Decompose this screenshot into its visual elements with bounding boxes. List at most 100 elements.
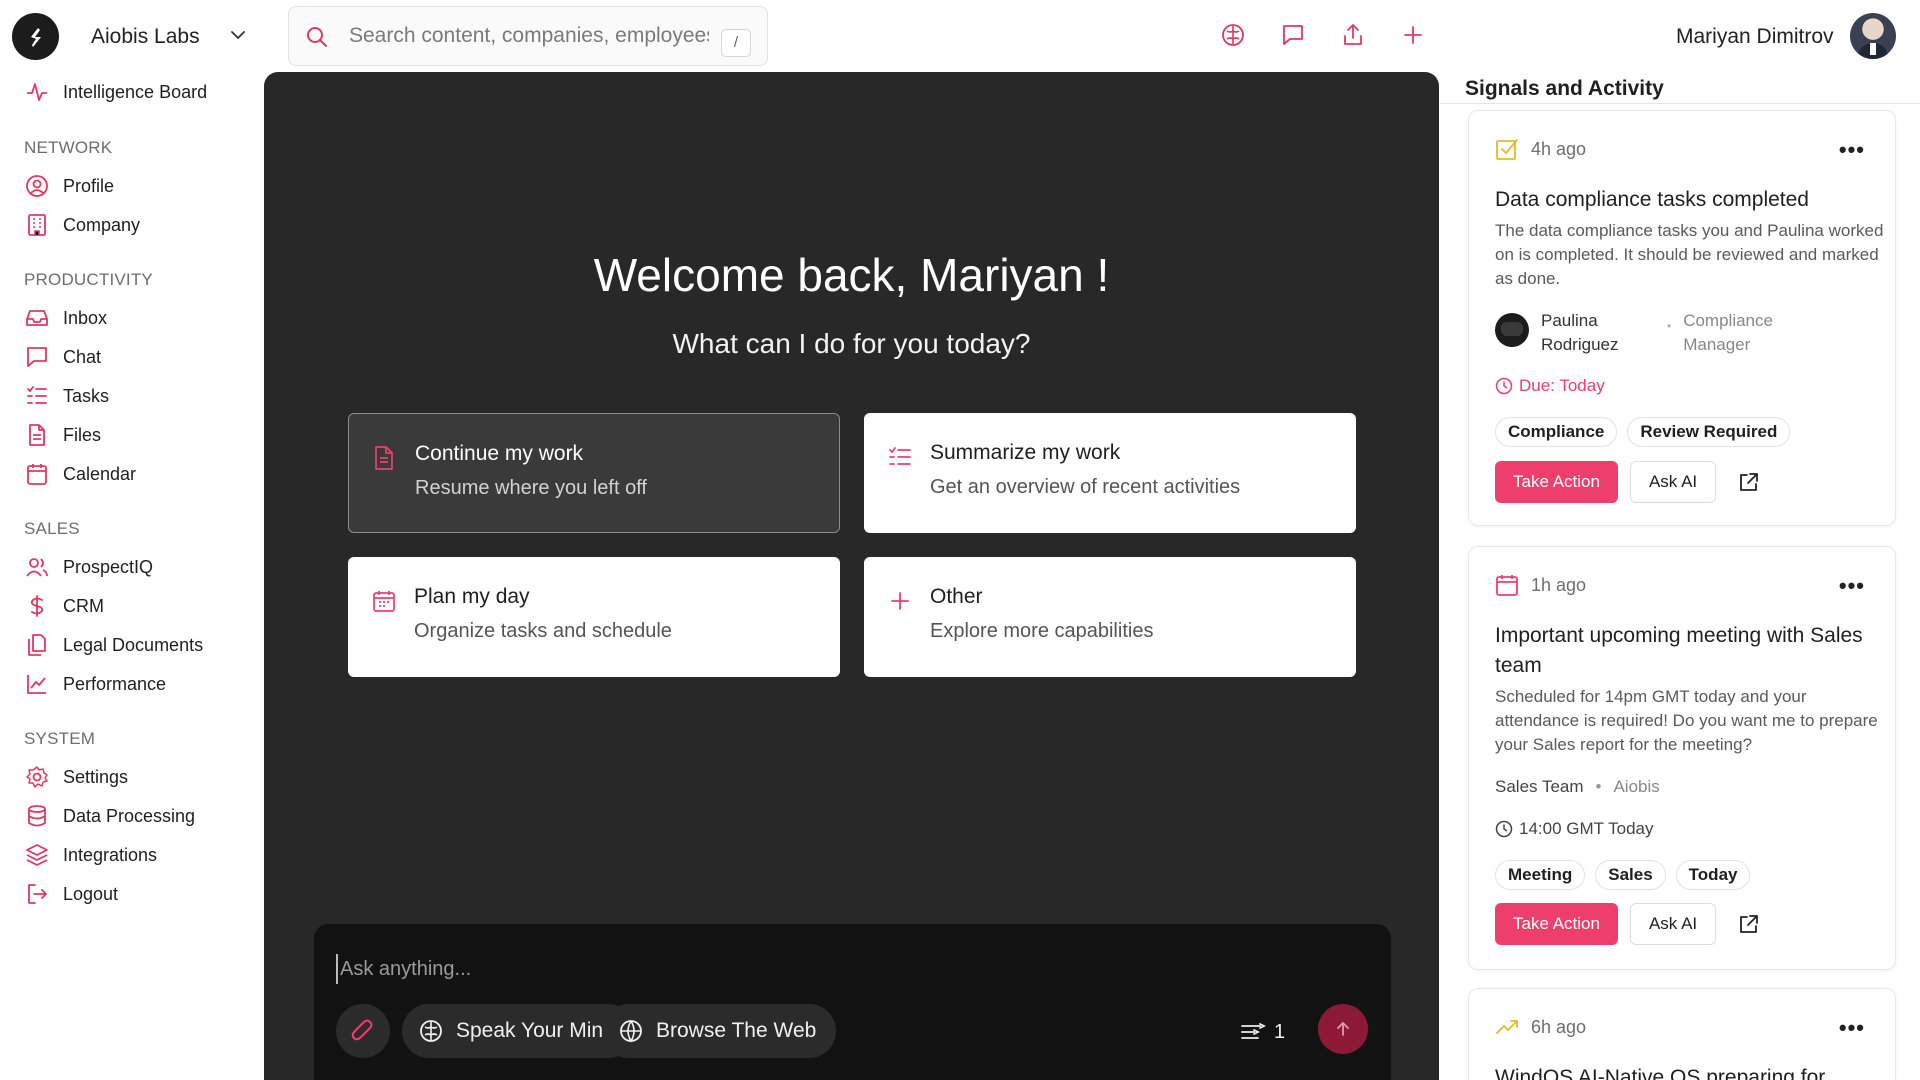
top-bar: Aiobis Labs / Mariyan Dimitrov [0,0,1920,72]
sidebar-item-chat[interactable]: Chat [24,341,101,373]
sidebar-item-crm[interactable]: CRM [24,590,104,622]
share-upload-icon[interactable] [1338,20,1368,50]
app-logo[interactable] [12,13,59,60]
tag[interactable]: Compliance [1495,417,1618,447]
checkbox-task-icon [1496,139,1518,160]
signal-card: 4h ago ••• Data compliance tasks complet… [1468,110,1896,526]
speak-your-mind-button[interactable]: Speak Your Mind [402,1004,635,1058]
tag[interactable]: Meeting [1495,860,1586,890]
user-avatar[interactable] [1850,13,1896,59]
sidebar-item-intelligence-board[interactable]: Intelligence Board [24,76,207,108]
sidebar-item-company[interactable]: Company [24,209,140,241]
sidebar-item-settings[interactable]: Settings [24,761,128,793]
take-action-button[interactable]: Take Action [1495,461,1618,503]
plus-icon[interactable] [1398,20,1428,50]
task-list-icon [24,383,50,409]
user-name[interactable]: Mariyan Dimitrov [1676,25,1834,49]
user-circle-icon [24,173,50,199]
card-title: Other [930,585,983,608]
signal-card: 6h ago ••• WindOS AI-Native OS preparing… [1468,988,1896,1080]
more-options-icon[interactable]: ••• [1839,1015,1865,1041]
signal-title: Important upcoming meeting with Sales te… [1495,624,1863,677]
external-link-icon[interactable] [1728,461,1770,503]
more-options-icon[interactable]: ••• [1839,573,1865,599]
signal-time: 6h ago [1531,1016,1587,1037]
chat-input[interactable] [336,954,1136,984]
attach-button[interactable] [336,1004,390,1058]
inbox-icon [24,305,50,331]
person-role: Compliance Manager [1683,311,1773,354]
tag[interactable]: Review Required [1627,417,1791,447]
card-title: Continue my work [415,442,584,465]
sidebar-item-tasks[interactable]: Tasks [24,380,109,412]
sidebar-item-prospectiq[interactable]: ProspectIQ [24,551,153,583]
send-button[interactable] [1318,1004,1368,1054]
sidebar-item-logout[interactable]: Logout [24,878,118,910]
sidebar-item-label: Integrations [63,844,158,865]
org-name: Aiobis Labs [91,25,200,48]
welcome-heading: Welcome back, Mariyan ! [593,249,1110,301]
sidebar-item-files[interactable]: Files [24,419,101,451]
sidebar-item-label: Inbox [63,307,108,328]
card-subtitle: Resume where you left off [415,477,647,499]
activity-pulse-icon [24,79,50,105]
brain-icon[interactable] [1218,20,1248,50]
task-list-icon [888,445,912,469]
signal-card-header: 4h ago [1495,137,1586,161]
separator-dot: • [1595,777,1602,796]
tag[interactable]: Sales [1595,860,1666,890]
avatar-collar [1870,43,1876,55]
file-icon [24,422,50,448]
org-switcher-chevron-icon[interactable] [229,26,247,44]
tag[interactable]: Today [1675,860,1751,890]
card-other[interactable]: Other Explore more capabilities [864,557,1356,677]
card-summarize-my-work[interactable]: Summarize my work Get an overview of rec… [864,413,1356,533]
meta-org: Aiobis [1613,777,1660,796]
sidebar-item-data-processing[interactable]: Data Processing [24,800,195,832]
sidebar-item-label: Tasks [63,385,110,406]
card-plan-my-day[interactable]: Plan my day Organize tasks and schedule [348,557,840,677]
database-icon [24,803,50,829]
sidebar-item-inbox[interactable]: Inbox [24,302,107,334]
welcome-subtitle: What can I do for you today? [672,328,1031,359]
sidebar-item-label: Data Processing [63,805,196,826]
sidebar-item-integrations[interactable]: Integrations [24,839,157,871]
signal-tags: Meeting Sales Today [1495,860,1751,890]
person-avatar-shape [1501,322,1523,336]
ask-ai-button[interactable]: Ask AI [1629,461,1717,503]
signal-tags: Compliance Review Required [1495,417,1791,447]
due-label: Due: Today [1519,376,1605,395]
search-input[interactable] [349,21,709,51]
brain-icon [420,1020,442,1042]
search-shortcut-key: / [721,29,751,57]
external-link-icon[interactable] [1728,903,1770,945]
meta-team: Sales Team [1495,777,1584,796]
sidebar: Intelligence Board NETWORK Profile Compa… [0,72,264,1080]
calendar-icon [372,589,396,613]
take-action-button[interactable]: Take Action [1495,903,1618,945]
trending-up-icon [1496,1020,1518,1034]
sidebar-item-performance[interactable]: Performance [24,668,166,700]
sidebar-item-legal-documents[interactable]: Legal Documents [24,629,203,661]
speak-your-mind-label: Speak Your Mind [456,1019,615,1042]
browse-the-web-button[interactable]: Browse The Web [602,1004,837,1058]
card-subtitle: Get an overview of recent activities [930,476,1241,498]
signal-meta: Sales Team • Aiobis [1495,777,1660,797]
more-options-icon[interactable]: ••• [1839,137,1865,163]
gear-icon [24,764,50,790]
sidebar-item-label: ProspectIQ [63,556,154,577]
layers-icon [24,842,50,868]
model-selector[interactable]: 1 [1240,1020,1285,1044]
signal-due: Due: Today [1495,376,1605,396]
chat-bubble-icon[interactable] [1278,20,1308,50]
card-continue-my-work[interactable]: Continue my work Resume where you left o… [348,413,840,533]
section-title-network: NETWORK [24,138,113,157]
signal-person[interactable]: Paulina Rodriguez • Compliance Manager [1495,309,1793,357]
sidebar-item-profile[interactable]: Profile [24,170,114,202]
ask-ai-button[interactable]: Ask AI [1629,903,1717,945]
section-title-productivity: PRODUCTIVITY [24,270,153,289]
signal-actions: Take Action Ask AI [1495,461,1770,503]
sidebar-item-calendar[interactable]: Calendar [24,458,136,490]
chat-bubble-icon [24,344,50,370]
document-icon [373,446,395,470]
